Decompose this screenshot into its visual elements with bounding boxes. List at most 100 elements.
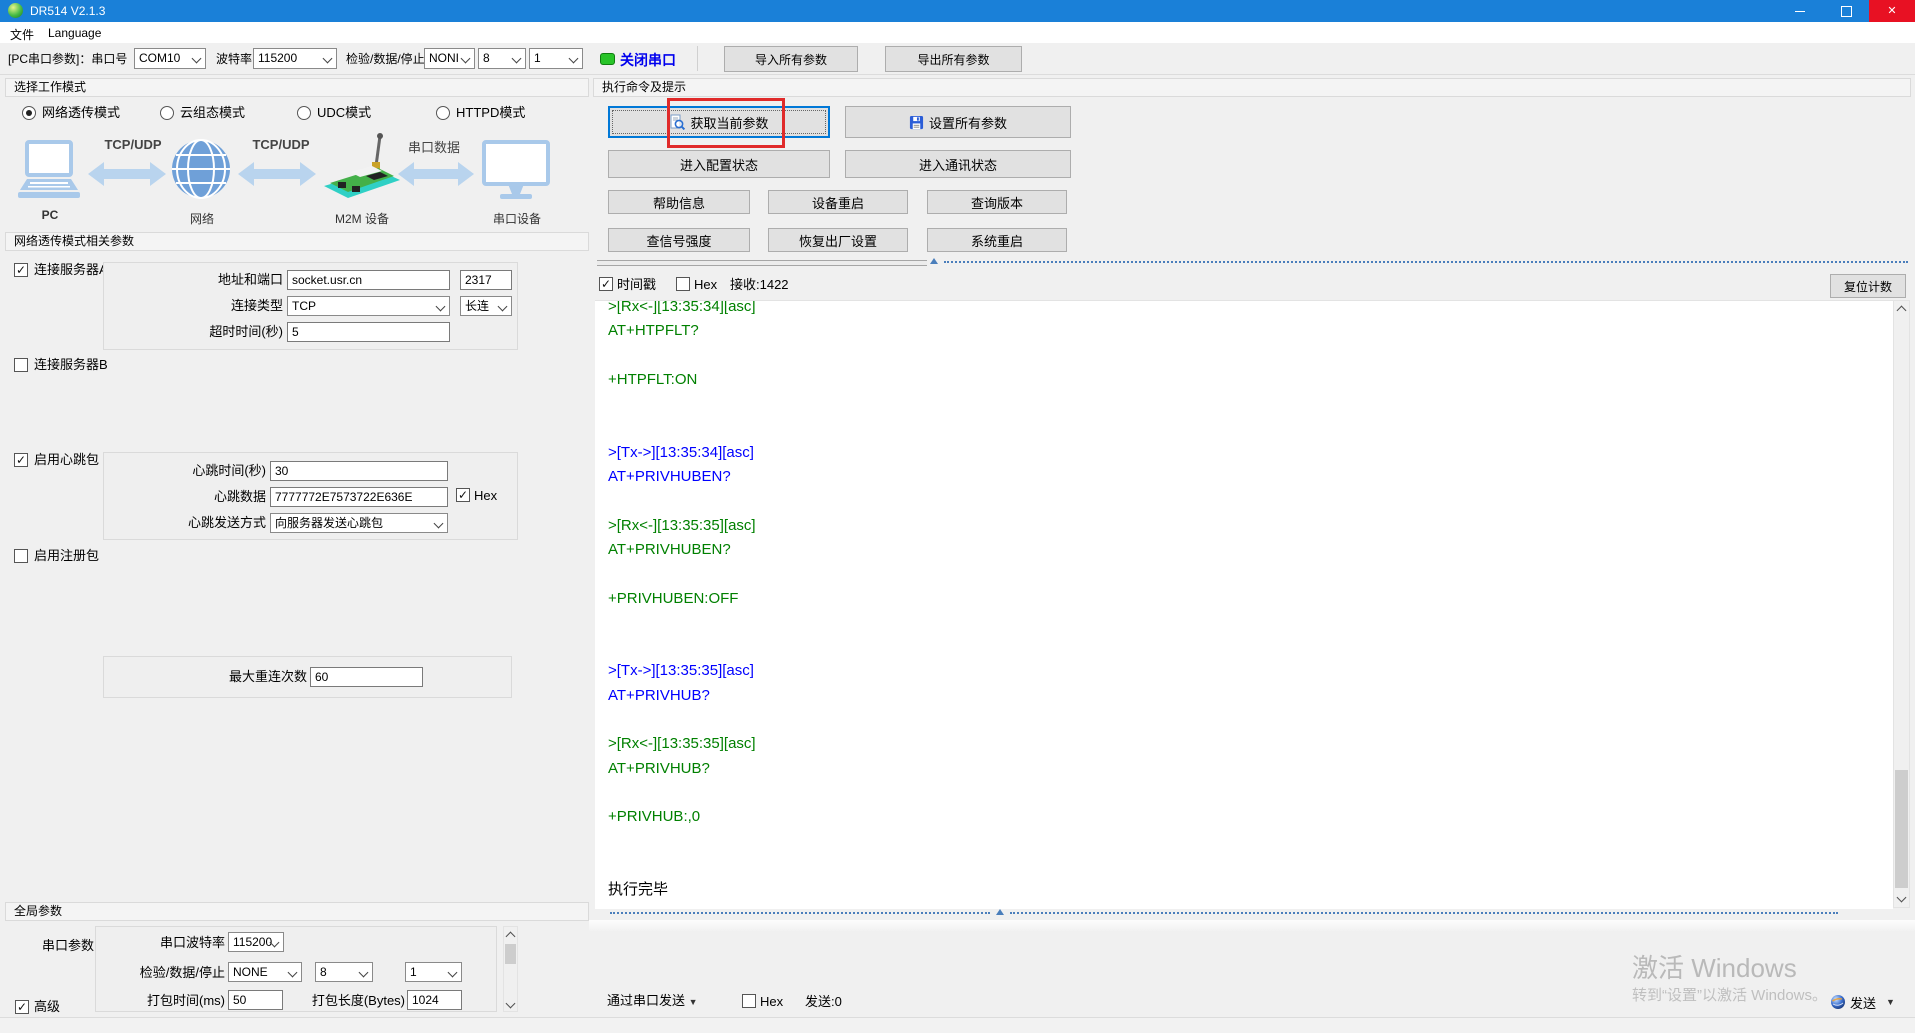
parity-select[interactable]: NONI (424, 48, 475, 69)
enter-config-button[interactable]: 进入配置状态 (608, 150, 830, 178)
serial-device-icon (482, 140, 550, 199)
reset-counter-button[interactable]: 复位计数 (1830, 274, 1906, 298)
register-checkbox[interactable] (14, 549, 28, 563)
log-hex-checkbox[interactable] (676, 277, 690, 291)
server-b-label: 连接服务器B (34, 357, 108, 372)
import-params-button[interactable]: 导入所有参数 (724, 46, 858, 72)
port-open-status-icon (600, 53, 615, 65)
chevron-down-icon (497, 301, 508, 312)
export-params-button[interactable]: 导出所有参数 (885, 46, 1022, 72)
log-content: >[Rx<-][13:35:34][asc] AT+HTPFLT? +HTPFLT… (595, 301, 1893, 902)
arrow-icon (398, 162, 474, 186)
help-button[interactable]: 帮助信息 (608, 190, 750, 214)
databits-select[interactable]: 8 (478, 48, 526, 69)
red-highlight-annotation (667, 98, 785, 148)
log-line: AT+HTPFLT? (608, 322, 699, 340)
server-a-checkbox[interactable] (14, 263, 28, 277)
signal-strength-button[interactable]: 查信号强度 (608, 228, 750, 252)
conn-type-select[interactable]: TCP (287, 296, 450, 316)
server-b-checkbox[interactable] (14, 358, 28, 372)
send-button[interactable]: 发送 ▼ (1830, 992, 1895, 1012)
send-method-dropdown[interactable]: 通过串口发送 ▼ (607, 993, 698, 1010)
close-button[interactable]: ✕ (1869, 0, 1915, 22)
baud-label: 波特率 (216, 52, 253, 66)
set-all-params-label: 设置所有参数 (928, 115, 1007, 131)
hb-mode-label: 心跳发送方式 (187, 515, 266, 530)
node-label-serial: 串口设备 (492, 212, 541, 226)
log-hex-label: Hex (694, 277, 718, 292)
splitter-handle[interactable] (597, 260, 927, 266)
log-output[interactable]: >[Rx<-][13:35:34][asc] AT+HTPFLT? +HTPFLT… (595, 300, 1893, 909)
app-window: DR514 V2.1.3 ✕ 文件 Language [PC串口参数]：串口号 … (0, 0, 1915, 1033)
radio-cloud-config-label: 云组态模式 (180, 105, 246, 120)
timeout-label: 超时时间(秒) (209, 324, 283, 339)
g-stopbits-select[interactable]: 1 (405, 962, 462, 982)
splitter-dotted-line[interactable] (610, 912, 990, 914)
server-port-input[interactable]: 2317 (460, 270, 512, 290)
hb-mode-select[interactable]: 向服务器发送心跳包 (270, 513, 448, 533)
server-addr-input[interactable]: socket.usr.cn (287, 270, 450, 290)
close-port-button[interactable]: 关闭串口 (620, 50, 676, 70)
chevron-down-icon (511, 53, 522, 64)
hb-time-label: 心跳时间(秒) (192, 463, 266, 478)
set-all-params-button[interactable]: 设置所有参数 (845, 106, 1071, 138)
pack-len-input[interactable]: 1024 (407, 990, 462, 1010)
system-restart-button[interactable]: 系统重启 (927, 228, 1067, 252)
splitter-collapse-icon[interactable] (930, 258, 938, 264)
log-line: AT+PRIVHUB? (608, 759, 710, 777)
g-baud-select[interactable]: 115200 (228, 932, 284, 952)
log-line: >[Tx->][13:35:35][asc] (608, 662, 754, 680)
chevron-down-icon (568, 53, 579, 64)
maximize-button[interactable] (1823, 0, 1869, 22)
device-restart-button[interactable]: 设备重启 (768, 190, 908, 214)
timestamp-checkbox[interactable] (599, 277, 613, 291)
menu-language[interactable]: Language (44, 25, 105, 41)
timeout-input[interactable]: 5 (287, 322, 450, 342)
bottom-strip (0, 1017, 1915, 1033)
splitter-dotted-line[interactable] (944, 261, 1908, 263)
hb-time-input[interactable]: 30 (270, 461, 448, 481)
radio-httpd-mode[interactable] (436, 106, 450, 120)
reconnect-input[interactable]: 60 (310, 667, 423, 687)
hb-data-input[interactable]: 7777772E7573722E636E (270, 487, 448, 507)
minimize-icon (1795, 10, 1805, 12)
com-port-select[interactable]: COM10 (134, 48, 206, 69)
hb-hex-checkbox[interactable] (456, 488, 470, 502)
heartbeat-checkbox[interactable] (14, 453, 28, 467)
menu-file[interactable]: 文件 (6, 25, 38, 44)
baud-select[interactable]: 115200 (253, 48, 337, 69)
pack-time-input[interactable]: 50 (228, 990, 283, 1010)
splitter-dotted-line[interactable] (1010, 912, 1838, 914)
chevron-down-icon (191, 53, 202, 64)
advanced-checkbox[interactable] (15, 1000, 29, 1014)
radio-net-transparent[interactable] (22, 106, 36, 120)
send-hex-checkbox[interactable] (742, 994, 756, 1008)
chevron-down-icon (433, 518, 444, 529)
activate-windows-watermark: 激活 Windows (1632, 953, 1797, 983)
global-params-header: 全局参数 (5, 902, 589, 921)
radio-cloud-config[interactable] (160, 106, 174, 120)
g-parity-select[interactable]: NONE (228, 962, 302, 982)
enter-comm-button[interactable]: 进入通讯状态 (845, 150, 1071, 178)
stopbits-select[interactable]: 1 (529, 48, 583, 69)
minimize-button[interactable] (1777, 0, 1823, 22)
keepalive-select[interactable]: 长连 (460, 296, 512, 316)
toolbar-separator (697, 46, 698, 71)
left-scrollbar-thumb[interactable] (505, 944, 516, 964)
link-label-2: TCP/UDP (252, 137, 310, 152)
timestamp-label: 时间戳 (617, 277, 657, 292)
factory-reset-button[interactable]: 恢复出厂设置 (768, 228, 908, 252)
net-params-header: 网络透传模式相关参数 (5, 232, 589, 251)
radio-udc-mode[interactable] (297, 106, 311, 120)
query-version-button[interactable]: 查询版本 (927, 190, 1067, 214)
log-line: >[Tx->][13:35:34][asc] (608, 443, 754, 461)
g-databits-select[interactable]: 8 (315, 962, 373, 982)
log-scrollbar-thumb[interactable] (1895, 770, 1908, 888)
splitter-collapse-icon[interactable] (996, 909, 1004, 915)
g-baud-label: 串口波特率 (159, 935, 225, 950)
hb-hex-label: Hex (474, 488, 498, 503)
